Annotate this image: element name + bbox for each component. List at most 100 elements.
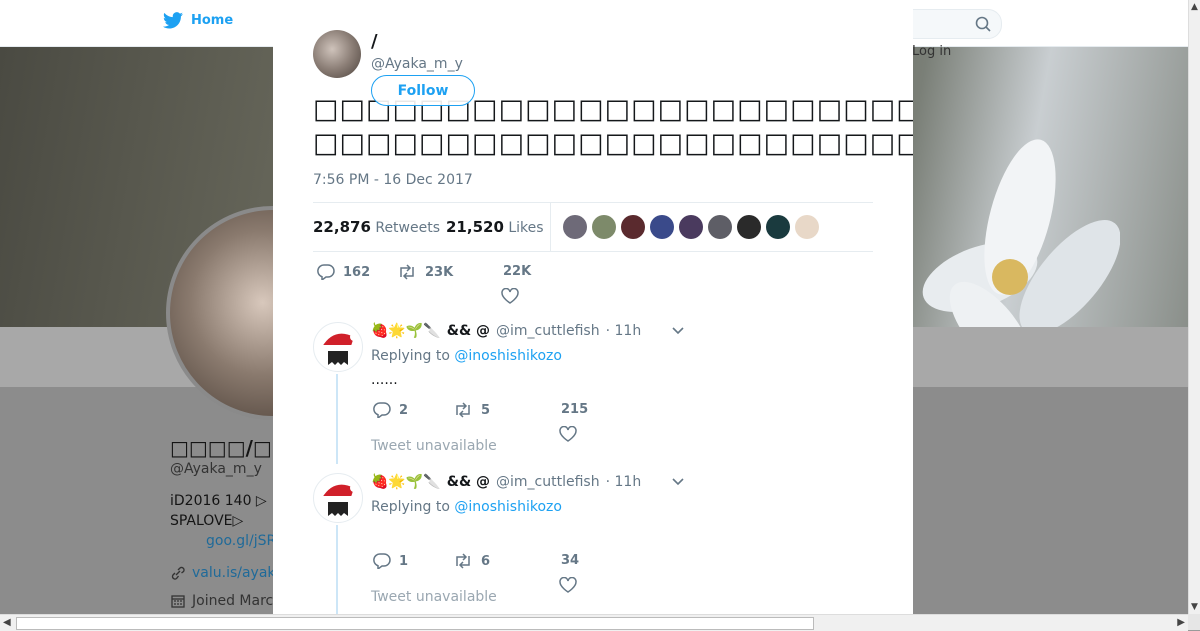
liker-avatar[interactable] xyxy=(650,215,674,239)
twitter-bird-icon xyxy=(163,12,183,29)
tweet-unavailable: Tweet unavailable xyxy=(371,438,497,454)
reply-icon xyxy=(373,553,391,569)
follow-button[interactable]: Follow xyxy=(371,75,475,106)
liker-avatar[interactable] xyxy=(592,215,616,239)
liker-avatar[interactable] xyxy=(795,215,819,239)
reply-author-name[interactable]: && @ xyxy=(447,474,490,490)
reply-header: 🍓🌟🌱🔪 && @ @im_cuttlefish · 11h xyxy=(371,474,641,490)
chevron-down-icon[interactable] xyxy=(671,474,685,488)
retweets-stat[interactable]: 22,876 Retweets xyxy=(313,218,440,236)
likes-count: 21,520 xyxy=(446,218,504,236)
reply-action[interactable]: 162 xyxy=(317,264,370,280)
retweet-icon xyxy=(456,402,470,418)
chevron-down-icon[interactable] xyxy=(671,323,685,337)
profile-website-label: valu.is/ayak xyxy=(192,565,276,581)
scroll-left-icon[interactable]: ◀ xyxy=(3,617,11,628)
reply-like-count: 34 xyxy=(561,553,580,568)
author-avatar[interactable] xyxy=(313,30,361,78)
nav-home-label: Home xyxy=(191,13,234,28)
reply-tweet: 🍓🌟🌱🔪 && @ @im_cuttlefish · 11h Replying … xyxy=(313,322,873,464)
author-handle[interactable]: @Ayaka_m_y xyxy=(371,56,463,72)
liker-avatar[interactable] xyxy=(708,215,732,239)
reply-avatar[interactable] xyxy=(313,473,363,523)
replying-prefix: Replying to xyxy=(371,348,450,364)
reply-emojis: 🍓🌟🌱🔪 xyxy=(371,474,441,490)
replying-prefix: Replying to xyxy=(371,499,450,515)
reply-retweet-count: 5 xyxy=(481,402,491,418)
profile-bio-link[interactable]: goo.gl/jSR xyxy=(206,533,276,549)
reply-tweet: 🍓🌟🌱🔪 && @ @im_cuttlefish · 11h Replying … xyxy=(313,473,873,614)
retweet-action[interactable]: 6 xyxy=(453,553,490,569)
replying-to-link[interactable]: @inoshishikozo xyxy=(454,348,562,364)
tweet-actions: 162 23K 22K xyxy=(313,262,893,304)
profile-handle: @Ayaka_m_y xyxy=(170,461,262,477)
reply-time[interactable]: · 11h xyxy=(606,474,642,490)
scroll-right-icon[interactable]: ▶ xyxy=(1177,617,1185,628)
like-action[interactable] xyxy=(559,426,577,442)
liker-avatar[interactable] xyxy=(679,215,703,239)
stats-divider xyxy=(550,203,551,251)
horizontal-scrollbar[interactable]: ◀ ▶ xyxy=(0,614,1188,631)
reply-reply-count: 1 xyxy=(399,553,409,569)
reply-reply-count: 2 xyxy=(399,402,409,418)
reply-time[interactable]: · 11h xyxy=(606,323,642,339)
profile-bio-line2: SPALOVE▷ xyxy=(170,513,244,529)
thread-line xyxy=(336,374,338,464)
retweets-count: 22,876 xyxy=(313,218,371,236)
tweet-text-line2: □□□□□□□□□□□□□□□□□□□□□□□□□□□□□□□□□□□□□□□□… xyxy=(313,128,913,159)
retweets-label: Retweets xyxy=(375,220,441,236)
likes-stat[interactable]: 21,520 Likes xyxy=(446,218,544,236)
scroll-up-icon[interactable]: ▲ xyxy=(1191,2,1198,12)
profile-joined-label: Joined Marc xyxy=(192,593,274,609)
reply-count: 162 xyxy=(343,264,371,280)
liker-avatar[interactable] xyxy=(621,215,645,239)
scroll-down-icon[interactable]: ▼ xyxy=(1191,602,1198,612)
reply-action[interactable]: 2 xyxy=(373,402,408,418)
retweet-count: 23K xyxy=(425,264,454,280)
tweet-timestamp[interactable]: 7:56 PM - 16 Dec 2017 xyxy=(313,172,473,188)
liker-avatar[interactable] xyxy=(766,215,790,239)
reply-actions: 2 5 215 xyxy=(371,402,671,442)
replying-to-link[interactable]: @inoshishikozo xyxy=(454,499,562,515)
retweet-action[interactable]: 23K xyxy=(397,264,453,280)
reply-header: 🍓🌟🌱🔪 && @ @im_cuttlefish · 11h xyxy=(371,323,641,339)
profile-website[interactable]: valu.is/ayak xyxy=(170,565,276,581)
replying-to: Replying to @inoshishikozo xyxy=(371,348,562,364)
vertical-scrollbar[interactable]: ▲ ▼ xyxy=(1188,0,1200,614)
like-count: 22K xyxy=(503,264,532,279)
nav-home[interactable]: Home xyxy=(163,12,233,29)
heart-icon xyxy=(559,577,577,593)
liker-avatars xyxy=(563,215,819,239)
tweet-unavailable: Tweet unavailable xyxy=(371,589,497,605)
reply-action[interactable]: 1 xyxy=(373,553,408,569)
heart-icon xyxy=(559,426,577,442)
search-icon xyxy=(975,16,991,32)
liker-avatar[interactable] xyxy=(563,215,587,239)
like-action[interactable] xyxy=(501,288,519,304)
reply-author-name[interactable]: && @ xyxy=(447,323,490,339)
retweet-icon xyxy=(456,553,470,569)
retweet-action[interactable]: 5 xyxy=(453,402,490,418)
search-input[interactable] xyxy=(900,9,1002,39)
reply-retweet-count: 6 xyxy=(481,553,491,569)
reply-icon xyxy=(373,402,391,418)
santa-hat-avatar xyxy=(320,484,358,516)
tweet-stats: 22,876 Retweets 21,520 Likes xyxy=(313,202,873,252)
horizontal-scroll-thumb[interactable] xyxy=(16,617,814,630)
reply-avatar[interactable] xyxy=(313,322,363,372)
profile-bio-line1: iD2016 140 ▷ xyxy=(170,493,267,509)
santa-hat-avatar xyxy=(320,333,358,365)
link-icon xyxy=(171,566,185,580)
reply-author-handle[interactable]: @im_cuttlefish xyxy=(496,323,600,339)
reply-like-count: 215 xyxy=(561,402,589,417)
login-link[interactable]: Log in xyxy=(912,44,951,59)
profile-joined: Joined Marc xyxy=(170,593,273,609)
close-icon[interactable]: ✕ xyxy=(1152,12,1175,40)
like-action[interactable] xyxy=(559,577,577,593)
liker-avatar[interactable] xyxy=(737,215,761,239)
reply-author-handle[interactable]: @im_cuttlefish xyxy=(496,474,600,490)
reply-actions: 1 6 34 xyxy=(371,553,671,593)
scrollbar-corner xyxy=(1188,614,1200,630)
author-name[interactable]: / xyxy=(371,31,378,52)
retweet-icon xyxy=(400,264,414,280)
